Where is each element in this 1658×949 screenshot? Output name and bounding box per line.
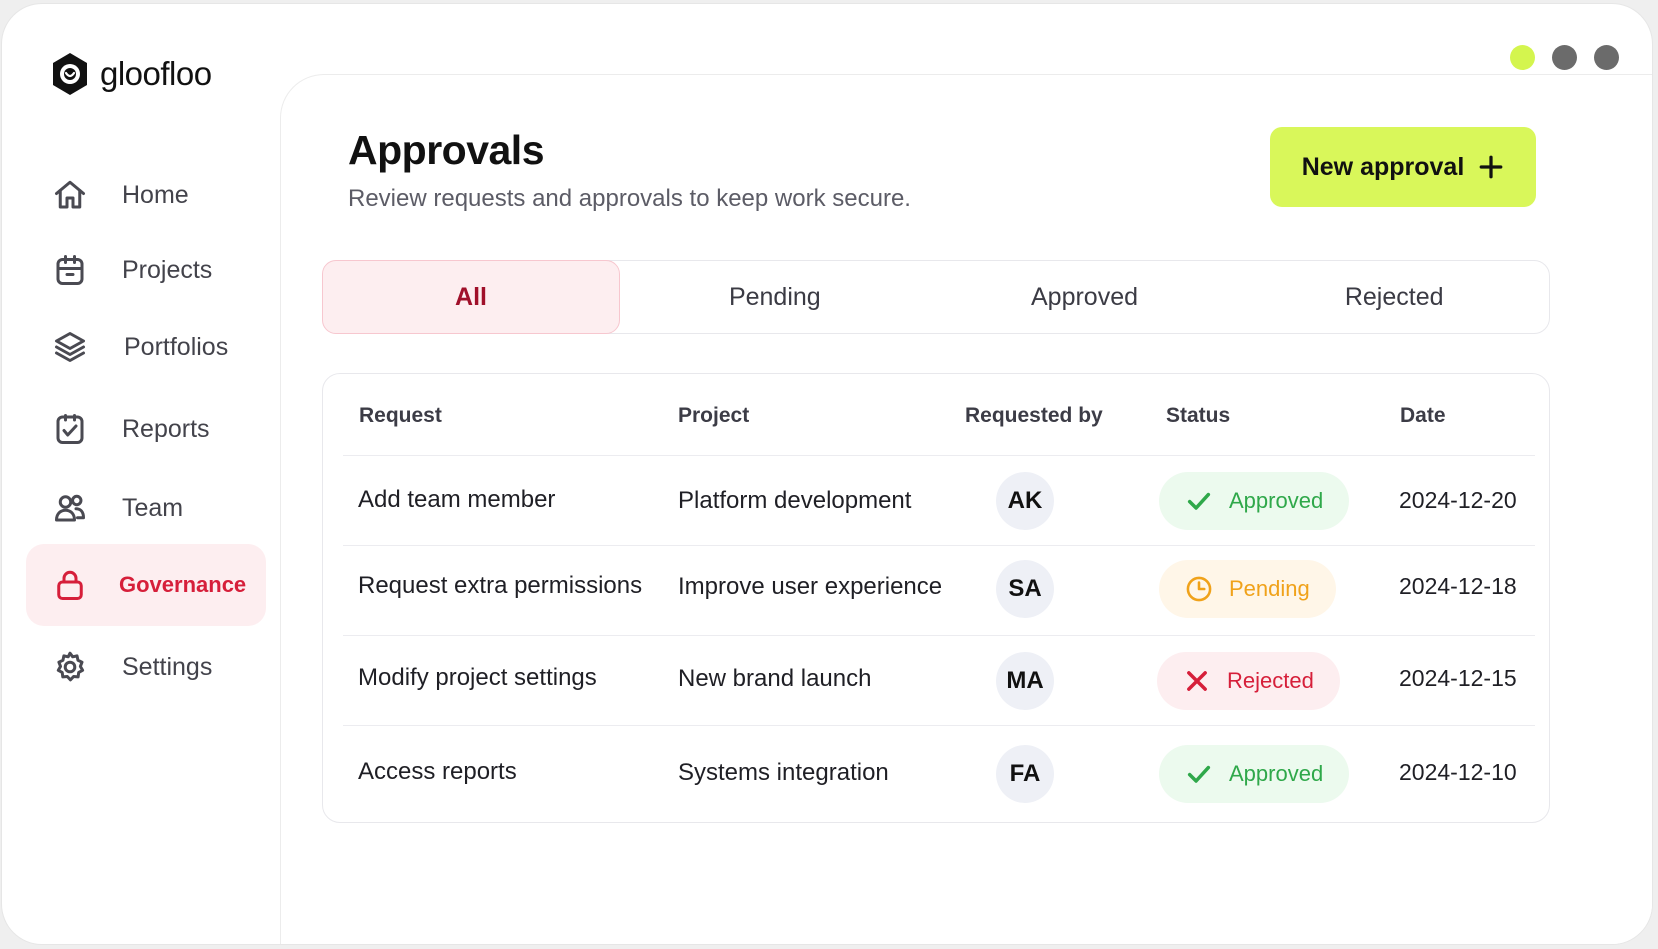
window-dot-gray[interactable] (1552, 45, 1577, 70)
sidebar-item-governance[interactable]: Governance (26, 544, 266, 626)
sidebar-item-label: Home (122, 180, 189, 209)
logo-text: gloofloo (100, 55, 212, 92)
avatar[interactable]: AK (996, 472, 1054, 530)
clock-icon (1186, 576, 1212, 602)
column-header-date[interactable]: Date (1400, 404, 1446, 428)
check-icon (1187, 492, 1211, 510)
layers-icon (52, 329, 88, 365)
lock-icon (52, 567, 88, 603)
request-cell: Request extra permissions (358, 572, 643, 599)
plus-icon (1479, 155, 1503, 179)
report-chart-icon (52, 411, 88, 447)
avatar[interactable]: MA (996, 652, 1054, 710)
table-row[interactable]: Add team member Platform development AK … (343, 456, 1535, 546)
status-badge: Pending (1159, 560, 1336, 618)
gear-icon (52, 649, 88, 685)
avatar[interactable]: SA (996, 560, 1054, 618)
table-row[interactable]: Access reports Systems integration FA Ap… (343, 726, 1535, 816)
sidebar-item-label: Reports (122, 414, 210, 443)
sidebar-item-label: Team (122, 493, 184, 522)
project-cell: Improve user experience (678, 573, 943, 600)
tab-approved[interactable]: Approved (930, 261, 1240, 333)
status-badge-label: Approved (1229, 761, 1324, 786)
project-cell: Platform development (678, 487, 912, 514)
sidebar-item-home[interactable]: Home (26, 154, 266, 236)
status-tabs: All Pending Approved Rejected (322, 260, 1550, 334)
table-row[interactable]: Request extra permissions Improve user e… (343, 546, 1535, 636)
project-cell: New brand launch (678, 665, 872, 692)
column-header-requested-by[interactable]: Requested by (965, 404, 1103, 428)
window-controls (1510, 45, 1619, 70)
close-icon (1187, 671, 1207, 691)
status-badge-label: Approved (1229, 488, 1324, 513)
new-approval-label: New approval (1301, 152, 1465, 181)
sidebar-item-label: Portfolios (124, 332, 229, 361)
approvals-table: Request Project Requested by Status Date… (322, 373, 1550, 823)
main-panel: Approvals Review requests and approvals … (280, 74, 1652, 944)
logo-icon (53, 53, 87, 95)
sidebar-item-reports[interactable]: Reports (26, 388, 266, 470)
avatar[interactable]: FA (996, 745, 1054, 803)
column-header-project[interactable]: Project (678, 404, 749, 428)
tab-pending[interactable]: Pending (620, 261, 930, 333)
check-icon (1187, 765, 1211, 783)
table-header: Request Project Requested by Status Date (343, 374, 1535, 456)
clipboard-icon (52, 252, 88, 288)
window-dot-green[interactable] (1510, 45, 1535, 70)
request-cell: Add team member (358, 486, 556, 513)
table-row[interactable]: Modify project settings New brand launch… (343, 636, 1535, 726)
request-cell: Access reports (358, 758, 517, 785)
status-badge: Approved (1159, 745, 1350, 803)
sidebar-item-projects[interactable]: Projects (26, 229, 266, 311)
window-dot-gray[interactable] (1594, 45, 1619, 70)
date-cell: 2024-12-20 (1399, 487, 1517, 513)
status-badge: Approved (1159, 472, 1350, 530)
users-icon (52, 490, 88, 526)
app-window: gloofloo Home Projects Portfolios Report… (2, 4, 1652, 944)
column-header-request[interactable]: Request (359, 404, 442, 428)
sidebar-item-settings[interactable]: Settings (26, 626, 266, 708)
date-cell: 2024-12-10 (1399, 759, 1517, 785)
status-badge: Rejected (1157, 652, 1340, 710)
tab-rejected[interactable]: Rejected (1239, 261, 1549, 333)
logo[interactable]: gloofloo (48, 50, 212, 98)
page-subtitle: Review requests and approvals to keep wo… (348, 185, 911, 212)
date-cell: 2024-12-18 (1399, 573, 1517, 599)
tab-all[interactable]: All (322, 260, 620, 334)
sidebar-item-portfolios[interactable]: Portfolios (26, 306, 266, 388)
sidebar-item-team[interactable]: Team (26, 467, 266, 549)
status-badge-label: Rejected (1227, 668, 1314, 693)
project-cell: Systems integration (678, 759, 889, 786)
page-title: Approvals (348, 127, 545, 173)
home-icon (52, 177, 88, 213)
new-approval-button[interactable]: New approval (1270, 127, 1536, 207)
column-header-status[interactable]: Status (1166, 404, 1230, 428)
status-badge-label: Pending (1229, 576, 1310, 601)
date-cell: 2024-12-15 (1399, 665, 1517, 691)
sidebar-item-label: Governance (119, 572, 247, 597)
sidebar-item-label: Projects (122, 255, 213, 284)
request-cell: Modify project settings (358, 664, 597, 691)
sidebar-item-label: Settings (122, 652, 213, 681)
